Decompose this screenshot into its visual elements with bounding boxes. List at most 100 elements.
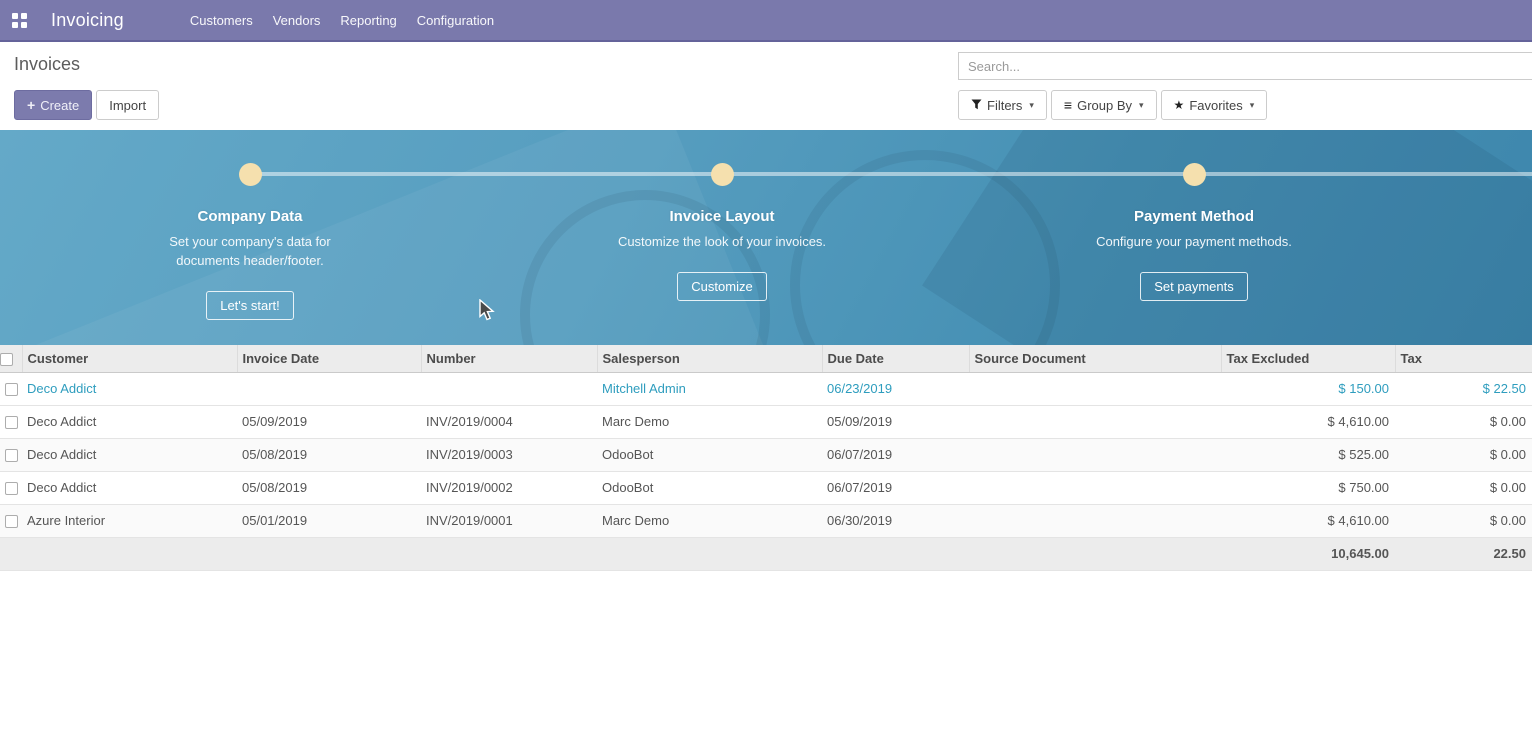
- cell-due-date[interactable]: 06/23/2019: [822, 372, 969, 405]
- table-row[interactable]: Azure Interior 05/01/2019 INV/2019/0001 …: [0, 504, 1532, 537]
- step-description: Set your company's data for documents he…: [138, 233, 363, 271]
- control-panel: Invoices + Create Import Filters ▾ ≡ Gro: [0, 42, 1532, 130]
- menu-reporting[interactable]: Reporting: [330, 7, 406, 34]
- column-header-salesperson[interactable]: Salesperson: [597, 345, 822, 372]
- cell-tax-excluded[interactable]: $ 525.00: [1221, 438, 1395, 471]
- cell-number[interactable]: INV/2019/0001: [421, 504, 597, 537]
- table-header-row: Customer Invoice Date Number Salesperson…: [0, 345, 1532, 372]
- cell-tax-excluded[interactable]: $ 150.00: [1221, 372, 1395, 405]
- cell-source-document[interactable]: [969, 438, 1221, 471]
- cell-tax-excluded[interactable]: $ 4,610.00: [1221, 405, 1395, 438]
- select-all-checkbox[interactable]: [0, 353, 13, 366]
- favorites-button[interactable]: ★ Favorites ▾: [1161, 90, 1268, 120]
- step-dot-icon: [1183, 163, 1206, 186]
- top-navbar: Invoicing Customers Vendors Reporting Co…: [0, 0, 1532, 42]
- cell-customer[interactable]: Deco Addict: [22, 372, 237, 405]
- column-header-tax[interactable]: Tax: [1395, 345, 1532, 372]
- table-totals-row: 10,645.00 22.50: [0, 537, 1532, 570]
- create-button[interactable]: + Create: [14, 90, 92, 120]
- cell-invoice-date[interactable]: 05/09/2019: [237, 405, 421, 438]
- column-header-source-document[interactable]: Source Document: [969, 345, 1221, 372]
- cell-tax-excluded[interactable]: $ 4,610.00: [1221, 504, 1395, 537]
- cell-invoice-date[interactable]: 05/08/2019: [237, 471, 421, 504]
- cell-salesperson[interactable]: Marc Demo: [597, 405, 822, 438]
- star-icon: ★: [1174, 98, 1185, 112]
- table-row[interactable]: Deco Addict 05/08/2019 INV/2019/0003 Odo…: [0, 438, 1532, 471]
- row-checkbox[interactable]: [5, 515, 18, 528]
- invoice-list-table: Customer Invoice Date Number Salesperson…: [0, 345, 1532, 571]
- onboarding-step-company-data: Company Data Set your company's data for…: [95, 130, 405, 320]
- import-button[interactable]: Import: [96, 90, 159, 120]
- cell-salesperson[interactable]: Marc Demo: [597, 504, 822, 537]
- cell-salesperson[interactable]: OdooBot: [597, 471, 822, 504]
- column-header-number[interactable]: Number: [421, 345, 597, 372]
- cell-tax[interactable]: $ 22.50: [1395, 372, 1532, 405]
- apps-menu-icon[interactable]: [12, 13, 27, 28]
- cell-due-date[interactable]: 05/09/2019: [822, 405, 969, 438]
- row-checkbox[interactable]: [5, 449, 18, 462]
- table-row[interactable]: Deco Addict Mitchell Admin 06/23/2019 $ …: [0, 372, 1532, 405]
- lets-start-button[interactable]: Let's start!: [206, 291, 294, 320]
- row-checkbox[interactable]: [5, 383, 18, 396]
- cell-due-date[interactable]: 06/30/2019: [822, 504, 969, 537]
- step-title: Company Data: [197, 208, 302, 225]
- row-checkbox[interactable]: [5, 482, 18, 495]
- onboarding-step-invoice-layout: Invoice Layout Customize the look of you…: [567, 130, 877, 301]
- menu-configuration[interactable]: Configuration: [407, 7, 504, 34]
- table-row[interactable]: Deco Addict 05/09/2019 INV/2019/0004 Mar…: [0, 405, 1532, 438]
- cell-source-document[interactable]: [969, 405, 1221, 438]
- column-header-customer[interactable]: Customer: [22, 345, 237, 372]
- column-header-tax-excluded[interactable]: Tax Excluded: [1221, 345, 1395, 372]
- cell-number[interactable]: INV/2019/0003: [421, 438, 597, 471]
- app-title[interactable]: Invoicing: [51, 10, 124, 31]
- cell-number[interactable]: INV/2019/0004: [421, 405, 597, 438]
- filter-funnel-icon: [971, 98, 982, 113]
- page-title: Invoices: [14, 54, 159, 75]
- menu-vendors[interactable]: Vendors: [263, 7, 331, 34]
- cell-salesperson[interactable]: OdooBot: [597, 438, 822, 471]
- cell-source-document[interactable]: [969, 504, 1221, 537]
- cell-due-date[interactable]: 06/07/2019: [822, 438, 969, 471]
- cell-tax[interactable]: $ 0.00: [1395, 504, 1532, 537]
- caret-down-icon: ▾: [1250, 100, 1255, 111]
- cell-customer[interactable]: Azure Interior: [22, 504, 237, 537]
- favorites-button-label: Favorites: [1189, 98, 1242, 113]
- cell-tax[interactable]: $ 0.00: [1395, 405, 1532, 438]
- cell-customer[interactable]: Deco Addict: [22, 471, 237, 504]
- table-row[interactable]: Deco Addict 05/08/2019 INV/2019/0002 Odo…: [0, 471, 1532, 504]
- cell-tax-excluded[interactable]: $ 750.00: [1221, 471, 1395, 504]
- cell-number[interactable]: INV/2019/0002: [421, 471, 597, 504]
- cell-source-document[interactable]: [969, 471, 1221, 504]
- filters-button-label: Filters: [987, 98, 1022, 113]
- caret-down-icon: ▾: [1139, 100, 1144, 111]
- row-checkbox[interactable]: [5, 416, 18, 429]
- cell-source-document[interactable]: [969, 372, 1221, 405]
- create-button-label: Create: [40, 98, 79, 113]
- group-by-icon: ≡: [1064, 98, 1072, 112]
- cell-invoice-date[interactable]: 05/01/2019: [237, 504, 421, 537]
- set-payments-button[interactable]: Set payments: [1140, 272, 1248, 301]
- cell-customer[interactable]: Deco Addict: [22, 438, 237, 471]
- step-dot-icon: [711, 163, 734, 186]
- cell-salesperson[interactable]: Mitchell Admin: [597, 372, 822, 405]
- onboarding-banner: Company Data Set your company's data for…: [0, 130, 1532, 345]
- cell-tax[interactable]: $ 0.00: [1395, 471, 1532, 504]
- filters-button[interactable]: Filters ▾: [958, 90, 1047, 120]
- search-input[interactable]: [958, 52, 1532, 80]
- cell-tax[interactable]: $ 0.00: [1395, 438, 1532, 471]
- main-menu: Customers Vendors Reporting Configuratio…: [180, 7, 504, 34]
- cell-customer[interactable]: Deco Addict: [22, 405, 237, 438]
- cell-invoice-date[interactable]: [237, 372, 421, 405]
- cell-invoice-date[interactable]: 05/08/2019: [237, 438, 421, 471]
- step-dot-icon: [239, 163, 262, 186]
- cell-number[interactable]: [421, 372, 597, 405]
- import-button-label: Import: [109, 98, 146, 113]
- step-description: Customize the look of your invoices.: [618, 233, 826, 252]
- column-header-invoice-date[interactable]: Invoice Date: [237, 345, 421, 372]
- group-by-button[interactable]: ≡ Group By ▾: [1051, 90, 1157, 120]
- menu-customers[interactable]: Customers: [180, 7, 263, 34]
- group-by-button-label: Group By: [1077, 98, 1132, 113]
- column-header-due-date[interactable]: Due Date: [822, 345, 969, 372]
- cell-due-date[interactable]: 06/07/2019: [822, 471, 969, 504]
- customize-button[interactable]: Customize: [677, 272, 766, 301]
